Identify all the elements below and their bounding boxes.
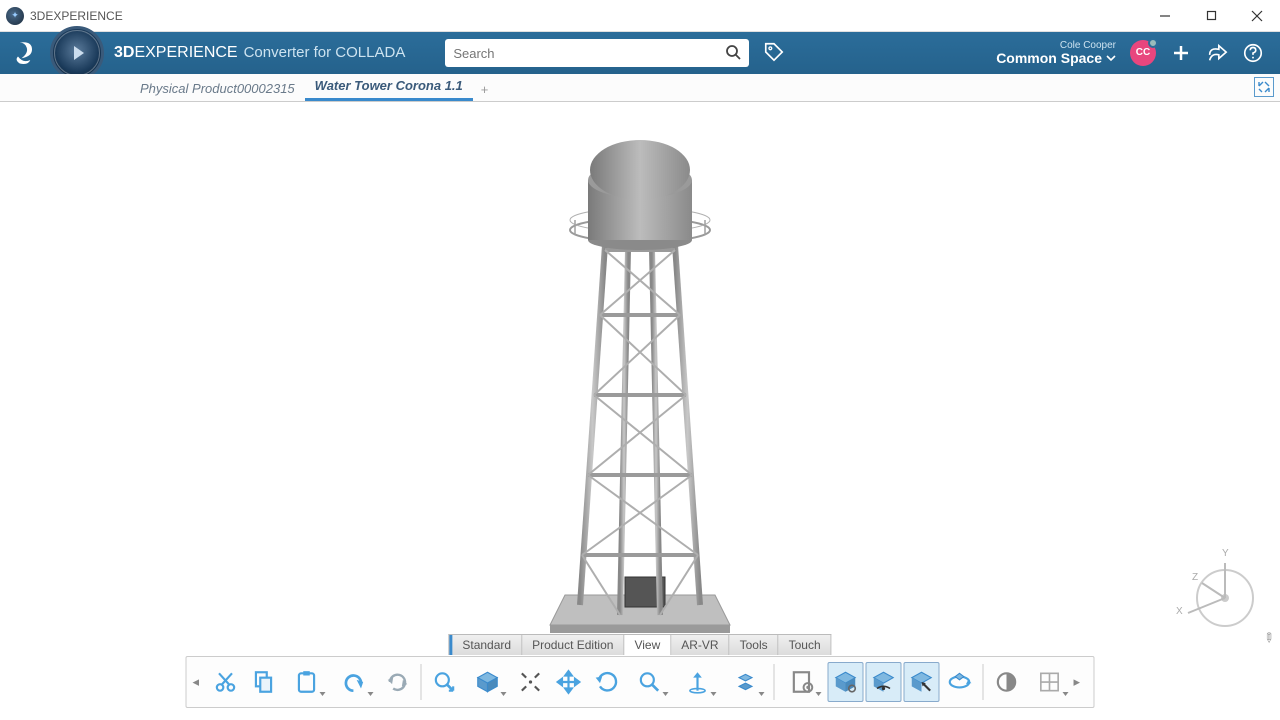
topbar-right: Cole Cooper Common Space CC (996, 40, 1280, 66)
mode-tab-touch[interactable]: Touch (779, 635, 831, 655)
search-input[interactable] (453, 46, 725, 61)
app-icon: ✦ (6, 7, 24, 25)
space-selector[interactable]: Common Space (996, 51, 1116, 66)
window-titlebar: ✦ 3DEXPERIENCE (0, 0, 1280, 32)
ds-logo-icon[interactable] (10, 38, 40, 68)
action-toolbar: ◂ ▸ (186, 656, 1095, 708)
search-box[interactable] (445, 39, 749, 67)
explode-button[interactable] (723, 662, 769, 702)
fit-all-button[interactable] (427, 662, 463, 702)
tab-water-tower[interactable]: Water Tower Corona 1.1 (305, 74, 473, 101)
window-title: 3DEXPERIENCE (30, 9, 1142, 23)
viewport-3d[interactable]: Y X Z ✎ Standard Product Edition View AR… (2, 102, 1278, 718)
toolbar-expand-left[interactable]: ◂ (193, 674, 207, 690)
grid-button[interactable] (1027, 662, 1073, 702)
undo-button[interactable] (332, 662, 378, 702)
model-water-tower (520, 125, 760, 645)
triad-y: Y (1222, 548, 1229, 559)
rotate-button[interactable] (589, 662, 625, 702)
top-bar: 3DEXPERIENCEConverter for COLLADA Cole C… (0, 32, 1280, 74)
help-icon[interactable] (1242, 42, 1264, 64)
cut-button[interactable] (208, 662, 244, 702)
mode-tab-standard[interactable]: Standard (449, 635, 522, 655)
copy-button[interactable] (246, 662, 282, 702)
minimize-button[interactable] (1142, 0, 1188, 31)
mode-tab-tools[interactable]: Tools (730, 635, 779, 655)
display-mode-2-button[interactable] (866, 662, 902, 702)
toolbar-expand-right[interactable]: ▸ (1074, 674, 1088, 690)
display-mode-1-button[interactable] (828, 662, 864, 702)
view-triad[interactable]: Y X Z (1170, 548, 1260, 638)
mode-tab-ar-vr[interactable]: AR-VR (671, 635, 729, 655)
brand-title: 3DEXPERIENCEConverter for COLLADA (114, 44, 405, 62)
add-icon[interactable] (1170, 42, 1192, 64)
paste-button[interactable] (284, 662, 330, 702)
pan-button[interactable] (551, 662, 587, 702)
zoom-button[interactable] (627, 662, 673, 702)
mode-tab-view[interactable]: View (624, 635, 671, 655)
properties-button[interactable] (780, 662, 826, 702)
avatar[interactable]: CC (1130, 40, 1156, 66)
compass-icon[interactable] (50, 26, 104, 80)
display-mode-3-button[interactable] (904, 662, 940, 702)
close-button[interactable] (1234, 0, 1280, 31)
recenter-button[interactable] (513, 662, 549, 702)
mode-tab-product-edition[interactable]: Product Edition (522, 635, 624, 655)
maximize-button[interactable] (1188, 0, 1234, 31)
orbit-button[interactable] (942, 662, 978, 702)
normal-view-button[interactable] (675, 662, 721, 702)
add-tab-button[interactable]: + (473, 78, 497, 101)
triad-z: Z (1192, 572, 1198, 583)
document-tabbar: Physical Product00002315 Water Tower Cor… (0, 74, 1280, 102)
search-icon[interactable] (725, 44, 741, 63)
triad-x: X (1176, 606, 1183, 617)
pencil-icon[interactable]: ✎ (1259, 628, 1278, 647)
tag-icon[interactable] (763, 41, 785, 66)
tab-physical-product[interactable]: Physical Product00002315 (130, 77, 305, 101)
refresh-button[interactable] (380, 662, 416, 702)
user-space[interactable]: Cole Cooper Common Space (996, 40, 1116, 66)
isometric-button[interactable] (465, 662, 511, 702)
ambience-button[interactable] (989, 662, 1025, 702)
share-icon[interactable] (1206, 42, 1228, 64)
collapse-button[interactable] (1254, 77, 1274, 97)
mode-tabs: Standard Product Edition View AR-VR Tool… (448, 634, 831, 655)
window-controls (1142, 0, 1280, 31)
